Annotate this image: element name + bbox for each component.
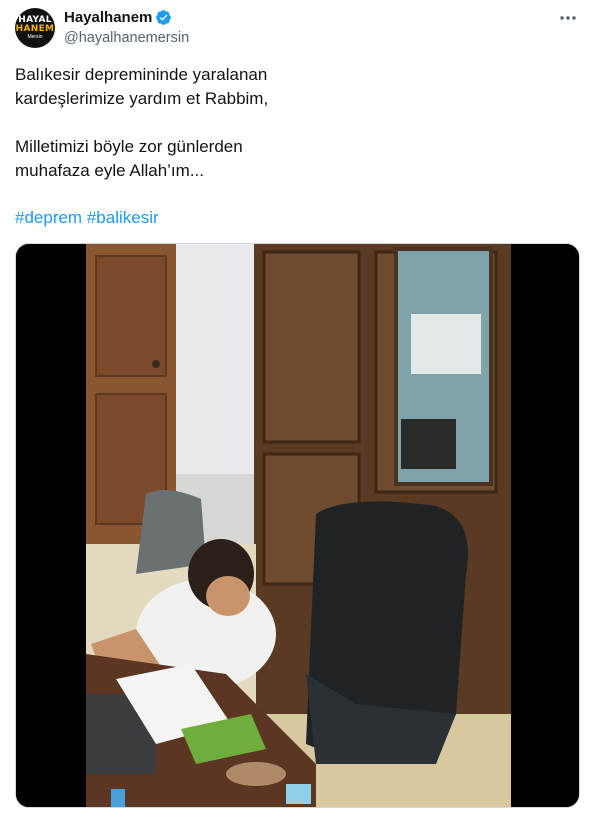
author-name-row[interactable]: Hayalhanem (64, 9, 172, 26)
avatar-logo-line3: Mersin (27, 34, 43, 40)
hashtag-row: #deprem #balikesir (15, 206, 159, 230)
avatar-logo-line2: HANEM (15, 24, 55, 34)
author-display-name[interactable]: Hayalhanem (64, 9, 152, 26)
tweet-text: Balıkesir depremininde yaralanan kardeşl… (15, 63, 575, 183)
author-handle[interactable]: @hayalhanemersin (64, 30, 189, 46)
avatar[interactable]: HAYAL HANEM Mersin (15, 8, 55, 48)
video-frame (16, 244, 579, 807)
tweet-card[interactable]: HAYAL HANEM Mersin Hayalhanem @hayalhane… (0, 0, 598, 814)
tweet-video[interactable] (15, 243, 580, 808)
tweet-text-line: Milletimizi böyle zor günlerden (15, 137, 243, 156)
tweet-text-line: kardeşlerimize yardım et Rabbim, (15, 89, 269, 108)
hashtag-link[interactable]: #balikesir (87, 208, 159, 227)
verified-badge-icon (155, 9, 172, 26)
more-dots-icon[interactable] (558, 10, 578, 26)
hashtag-link[interactable]: #deprem (15, 208, 82, 227)
tweet-text-line: Balıkesir depremininde yaralanan (15, 65, 268, 84)
tweet-text-line: muhafaza eyle Allah’ım... (15, 161, 204, 180)
